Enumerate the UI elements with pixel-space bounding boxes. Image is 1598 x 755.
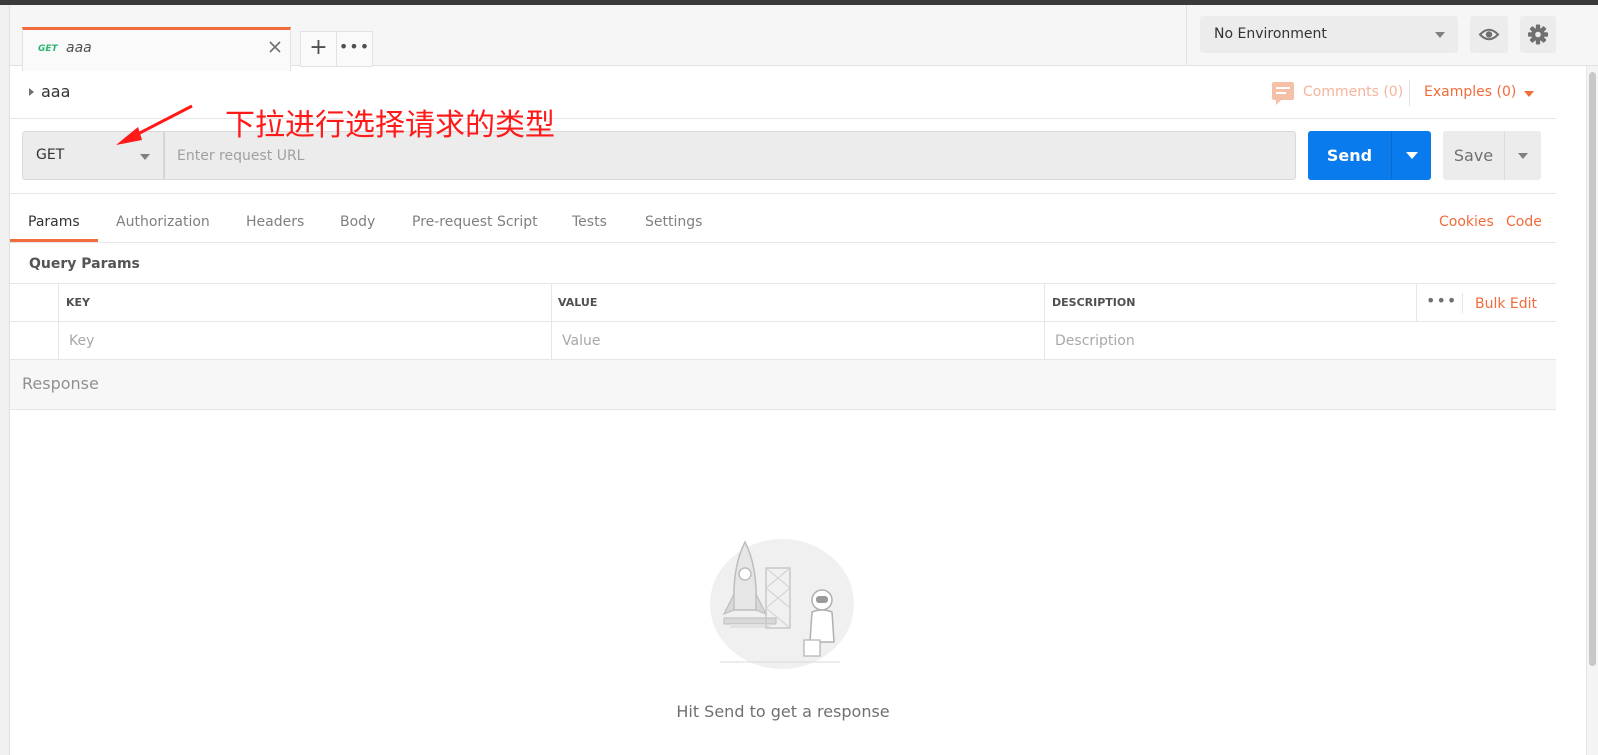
new-tab-button[interactable]: +	[300, 31, 337, 67]
save-button[interactable]: Save	[1443, 131, 1504, 180]
eye-icon	[1478, 28, 1500, 41]
tab-headers[interactable]: Headers	[246, 214, 304, 230]
tab-tests[interactable]: Tests	[572, 214, 607, 230]
annotation-arrow-icon	[116, 104, 193, 145]
request-sub-tabs: Params Authorization Headers Body Pre-re…	[10, 194, 1556, 243]
tab-pre-request-script[interactable]: Pre-request Script	[412, 214, 538, 230]
environment-label: No Environment	[1214, 26, 1327, 42]
tab-authorization[interactable]: Authorization	[116, 214, 210, 230]
table-divider	[10, 321, 1556, 322]
query-params-table: KEY VALUE DESCRIPTION ••• Bulk Edit	[10, 283, 1556, 360]
scrollbar-thumb[interactable]	[1589, 72, 1596, 666]
cookies-link[interactable]: Cookies	[1439, 214, 1494, 230]
params-more-options-button[interactable]: •••	[1426, 291, 1457, 310]
comment-icon	[1272, 82, 1294, 105]
close-icon[interactable]	[266, 38, 284, 56]
column-divider	[1462, 293, 1463, 313]
response-header: Response	[10, 360, 1556, 410]
expand-caret-icon[interactable]	[29, 88, 34, 96]
environment-quick-look-button[interactable]	[1470, 16, 1508, 53]
chevron-down-icon[interactable]	[1524, 91, 1534, 97]
left-sidebar-edge	[0, 5, 10, 755]
rocket-launch-illustration-icon	[710, 539, 854, 669]
examples-dropdown[interactable]: Examples (0)	[1424, 84, 1516, 100]
tab-body[interactable]: Body	[340, 214, 375, 230]
send-button[interactable]: Send	[1308, 131, 1391, 180]
param-description-input[interactable]	[1045, 323, 1545, 359]
chevron-down-icon	[1406, 152, 1418, 159]
tab-title: aaa	[66, 40, 92, 56]
active-tab-indicator	[10, 239, 98, 242]
environment-select[interactable]: No Environment	[1200, 16, 1458, 53]
column-header-key: KEY	[66, 296, 91, 309]
column-header-description: DESCRIPTION	[1052, 296, 1136, 309]
param-value-input[interactable]	[552, 323, 1042, 359]
param-key-input[interactable]	[59, 323, 549, 359]
tab-method-badge: GET	[38, 44, 58, 54]
chevron-down-icon	[140, 154, 150, 160]
method-label: GET	[36, 147, 65, 163]
comments-label: Comments (0)	[1303, 84, 1404, 100]
code-link[interactable]: Code	[1506, 214, 1542, 230]
save-options-button[interactable]	[1504, 131, 1541, 180]
annotation-text: 下拉进行选择请求的类型	[225, 108, 555, 143]
gear-icon	[1528, 24, 1548, 45]
tab-strip: GET aaa + •••	[10, 5, 1186, 71]
request-name[interactable]: aaa	[41, 82, 70, 101]
response-empty-hint: Hit Send to get a response	[676, 702, 890, 721]
manage-environments-button[interactable]	[1520, 16, 1556, 53]
environment-bar: No Environment	[1186, 5, 1598, 66]
divider	[1409, 80, 1410, 106]
chevron-down-icon	[1518, 153, 1528, 159]
tab-settings[interactable]: Settings	[645, 214, 702, 230]
response-title: Response	[22, 374, 99, 393]
column-header-value: VALUE	[558, 296, 598, 309]
column-divider	[1416, 284, 1417, 321]
more-tabs-button[interactable]: •••	[337, 31, 373, 67]
bulk-edit-link[interactable]: Bulk Edit	[1475, 296, 1537, 312]
query-params-title: Query Params	[29, 256, 140, 272]
send-options-button[interactable]	[1391, 131, 1431, 180]
request-tab[interactable]: GET aaa	[22, 27, 291, 71]
chevron-down-icon	[1435, 32, 1445, 38]
tab-params[interactable]: Params	[28, 214, 80, 230]
